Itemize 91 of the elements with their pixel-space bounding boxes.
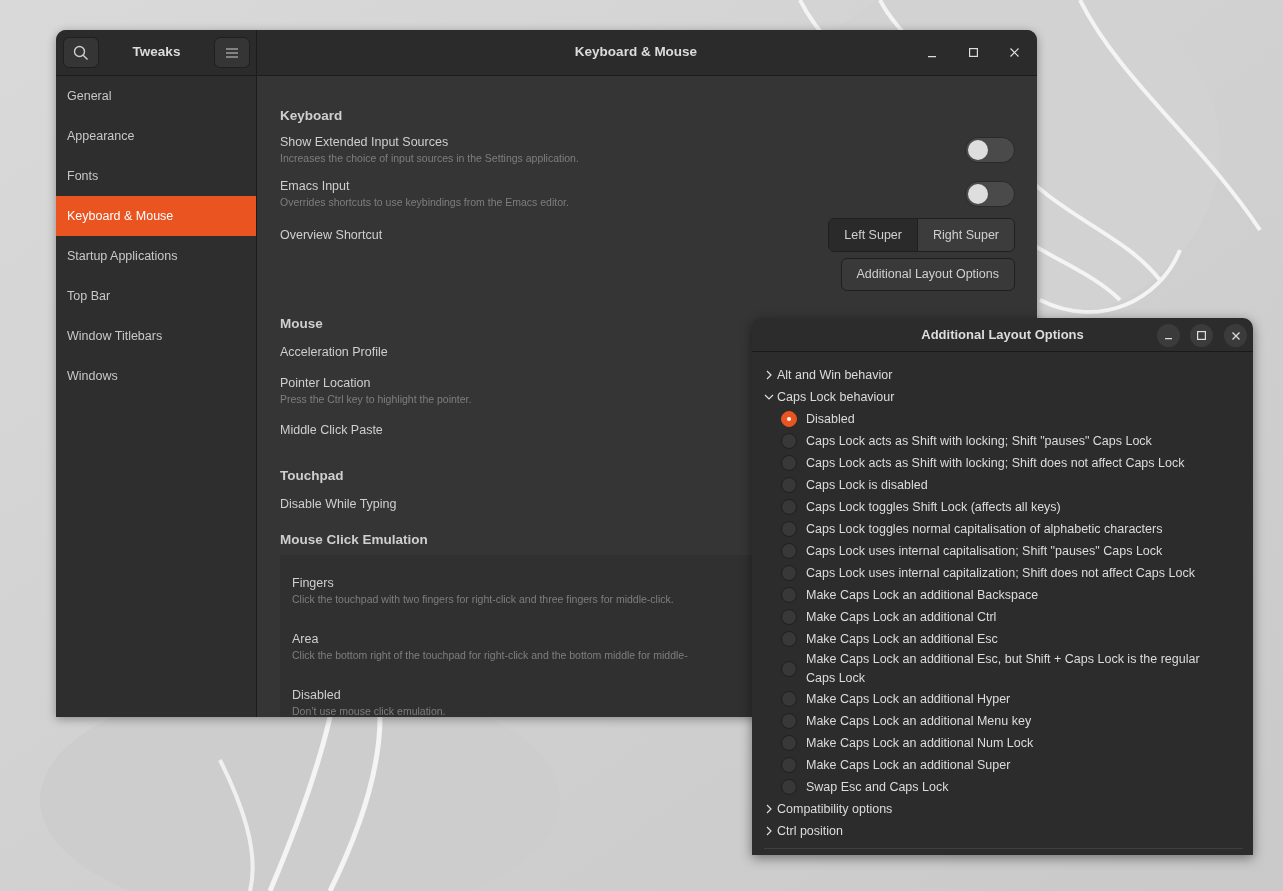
segment-button[interactable]: Right Super	[917, 219, 1014, 251]
sidebar-item[interactable]: Windows	[56, 356, 256, 396]
window-title: Keyboard & Mouse	[574, 44, 698, 60]
sidebar-item[interactable]: Top Bar	[56, 276, 256, 316]
option-label: Fingers	[292, 575, 334, 591]
option-label: Make Caps Lock an additional Esc	[806, 630, 998, 648]
menu-button[interactable]	[214, 37, 250, 68]
option-label: Disabled	[292, 687, 341, 703]
option-label: Caps Lock uses internal capitalization; Shift does not affect Caps Lock	[806, 564, 1195, 582]
radio-button[interactable]	[781, 499, 797, 515]
option-label: Make Caps Lock an additional Hyper	[806, 690, 1011, 708]
chevron-right-icon	[764, 370, 774, 380]
sidebar-item[interactable]: General	[56, 76, 256, 116]
radio-button[interactable]	[781, 477, 797, 493]
sidebar-item[interactable]: Keyboard & Mouse	[56, 196, 256, 236]
chevron-right-icon	[764, 804, 774, 814]
chevron-right-icon	[764, 826, 774, 836]
close-button[interactable]	[1224, 324, 1247, 347]
close-icon	[1009, 48, 1019, 57]
radio-button[interactable]	[781, 735, 797, 751]
option-label: Caps Lock is disabled	[806, 476, 928, 494]
option-label: Make Caps Lock an additional Backspace	[806, 586, 1039, 604]
option-label: Disabled	[806, 410, 855, 428]
layout-options-button[interactable]: Additional Layout Options	[840, 257, 1015, 291]
maximize-icon	[1197, 331, 1206, 340]
toggle-switch[interactable]	[965, 181, 1015, 207]
maximize-button[interactable]	[1190, 324, 1213, 347]
option-label: Caps Lock acts as Shift with locking; Shift does not affect Caps Lock	[806, 454, 1185, 472]
option-label: Make Caps Lock an additional Num Lock	[806, 734, 1034, 752]
sidebar-item[interactable]: Fonts	[56, 156, 256, 196]
search-icon	[73, 44, 89, 61]
option-description: Don’t use mouse click emulation.	[292, 704, 446, 717]
minimize-icon	[928, 55, 936, 58]
maximize-icon	[968, 48, 978, 57]
setting-label: Show Extended Input Sources	[280, 134, 449, 150]
setting-description: Increases the choice of input sources in the Settings application.	[280, 151, 579, 166]
sidebar-item[interactable]: Startup Applications	[56, 236, 256, 276]
radio-button[interactable]	[781, 543, 797, 559]
option-label: Make Caps Lock an additional Esc, but Shift + Caps Lock is the regular Caps Lock	[806, 651, 1201, 687]
option-description: Click the bottom right of the touchpad for right-click and the bottom middle for middle-	[292, 648, 688, 663]
radio-button[interactable]	[781, 757, 797, 773]
minimize-icon	[1165, 338, 1172, 340]
radio-button[interactable]	[781, 691, 797, 707]
section-heading: Mouse Click Emulation	[280, 531, 428, 549]
radio-button[interactable]	[781, 661, 797, 677]
radio-button[interactable]	[781, 433, 797, 449]
option-label: Swap Esc and Caps Lock	[806, 778, 949, 796]
app-title: Tweaks	[132, 43, 181, 62]
option-label: Caps Lock acts as Shift with locking; Shift "pauses" Caps Lock	[806, 432, 1152, 450]
menu-icon	[226, 47, 238, 58]
close-icon	[1231, 331, 1240, 340]
setting-label: Emacs Input	[280, 178, 350, 194]
tree-expander[interactable]: Compatibility options	[764, 799, 893, 819]
setting-label: Disable While Typing	[280, 496, 397, 512]
tree-expander[interactable]: Alt and Win behavior	[764, 365, 893, 385]
setting-label: Overview Shortcut	[280, 227, 383, 243]
option-description: Click the touchpad with two fingers for right-click and three fingers for middle-click.	[292, 592, 674, 607]
section-heading: Touchpad	[280, 467, 344, 485]
radio-button[interactable]	[781, 565, 797, 581]
option-label: Make Caps Lock an additional Menu key	[806, 712, 1032, 730]
radio-button[interactable]	[781, 609, 797, 625]
option-label: Caps Lock toggles normal capitalisation of alphabetic characters	[806, 520, 1163, 538]
option-label: Make Caps Lock an additional Super	[806, 756, 1011, 774]
radio-button[interactable]	[781, 587, 797, 603]
setting-description: Press the Ctrl key to highlight the pointer.	[280, 392, 472, 407]
sidebar-item[interactable]: Appearance	[56, 116, 256, 156]
option-label: Caps Lock uses internal capitalisation; Shift "pauses" Caps Lock	[806, 542, 1163, 560]
radio-button[interactable]	[781, 631, 797, 647]
section-heading: Mouse	[280, 315, 323, 333]
segment-button[interactable]: Left Super	[829, 219, 917, 251]
tree-expander[interactable]: Ctrl position	[764, 821, 843, 841]
setting-description: Overrides shortcuts to use keybindings from the Emacs editor.	[280, 195, 569, 210]
sidebar-item[interactable]: Window Titlebars	[56, 316, 256, 356]
toggle-switch[interactable]	[965, 137, 1015, 163]
option-label: Area	[292, 631, 319, 647]
chevron-down-icon	[764, 392, 774, 402]
option-label: Caps Lock toggles Shift Lock (affects all keys)	[806, 498, 1061, 516]
radio-button[interactable]	[781, 779, 797, 795]
radio-button[interactable]	[781, 521, 797, 537]
dialog-title: Additional Layout Options	[921, 325, 1084, 344]
tree-expander[interactable]: Caps Lock behaviour	[764, 387, 895, 407]
radio-button[interactable]	[781, 411, 797, 427]
setting-label: Middle Click Paste	[280, 422, 383, 438]
radio-button[interactable]	[781, 713, 797, 729]
search-button[interactable]	[63, 37, 99, 68]
setting-label: Acceleration Profile	[280, 344, 388, 360]
setting-label: Pointer Location	[280, 375, 371, 391]
option-label: Make Caps Lock an additional Ctrl	[806, 608, 997, 626]
radio-button[interactable]	[781, 455, 797, 471]
section-heading: Keyboard	[280, 107, 343, 125]
minimize-button[interactable]	[1157, 324, 1180, 347]
